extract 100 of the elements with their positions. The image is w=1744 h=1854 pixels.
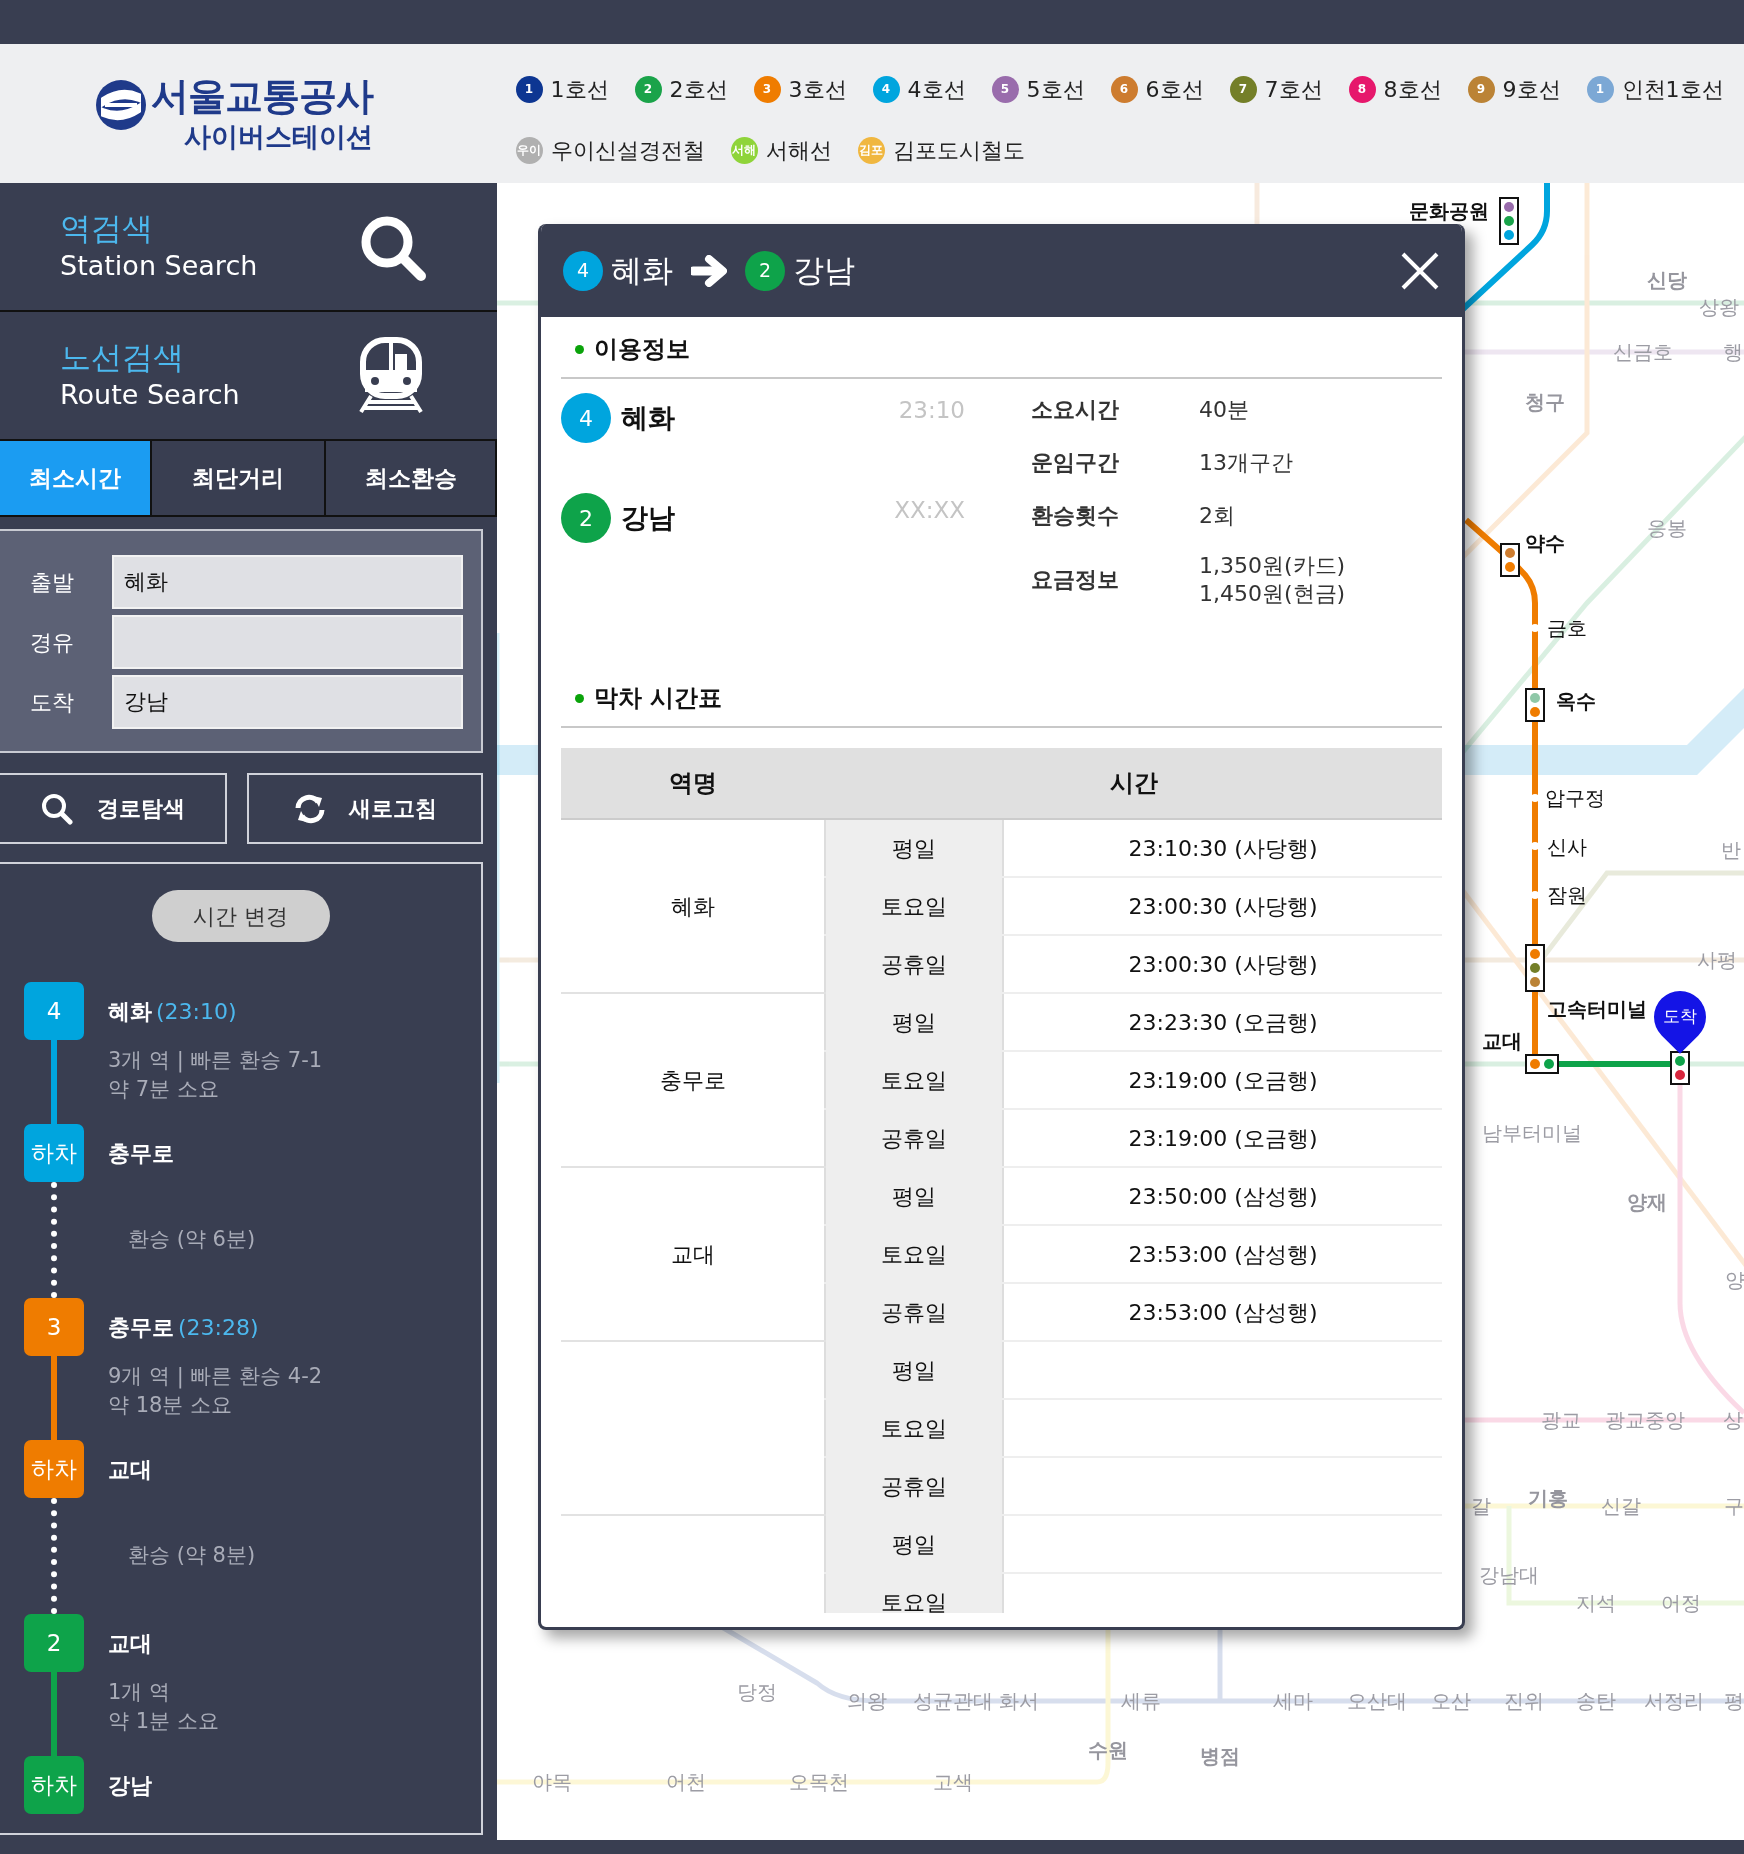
section-title: 막차 시간표	[594, 683, 723, 714]
line-badge: 4	[561, 393, 611, 443]
time-change-button[interactable]: 시간 변경	[151, 890, 330, 942]
station-label: 신금호	[1613, 339, 1673, 366]
station-label: 서정리	[1644, 1688, 1704, 1715]
close-icon	[1400, 250, 1440, 291]
menu-subtitle: Station Search	[60, 248, 258, 283]
line-link[interactable]: 서해 서해선	[730, 133, 832, 167]
line-link[interactable]: 4 4호선	[872, 72, 966, 106]
station-label: 구	[1724, 1493, 1744, 1520]
table-cell: 토요일	[825, 1051, 1003, 1109]
station-label: 기흥	[1528, 1485, 1568, 1512]
table-cell: 평일	[825, 1167, 1003, 1225]
station-label: 오목천	[789, 1769, 849, 1796]
line-link[interactable]: 7 7호선	[1229, 72, 1323, 106]
step-badge: 하차	[24, 1440, 84, 1498]
line-label: 8호선	[1383, 75, 1442, 104]
step-badge: 3	[24, 1298, 84, 1356]
line-link[interactable]: 9 9호선	[1467, 72, 1561, 106]
station-name: 혜화	[108, 997, 152, 1026]
station-label: 사평	[1697, 947, 1737, 974]
station-label: 수원	[1088, 1737, 1128, 1764]
line-link[interactable]: 6 6호선	[1110, 72, 1204, 106]
tab[interactable]: 최소환승	[326, 441, 497, 517]
menu-subtitle: Route Search	[60, 377, 240, 412]
info-value: 1,450원(현금)	[1199, 579, 1346, 607]
station-label: 약수	[1525, 530, 1565, 557]
line-link[interactable]: 8 8호선	[1348, 72, 1442, 106]
input-field[interactable]: 강남	[112, 675, 463, 729]
line-label: 1호선	[550, 75, 609, 104]
line-badge: 2	[634, 75, 662, 103]
line-badge: 2	[561, 493, 611, 543]
table-cell: 토요일	[825, 1573, 1003, 1613]
column-header: 역명	[561, 748, 825, 819]
table-cell: 23:10:30 (사당행)	[1003, 819, 1442, 877]
station-label: 청구	[1525, 389, 1565, 416]
station-label: 양	[1725, 1267, 1744, 1294]
table-cell: 공휴일	[825, 1457, 1003, 1515]
table-cell: 23:00:30 (사당행)	[1003, 877, 1442, 935]
arrival-time: 23:10	[898, 396, 965, 425]
step-badge: 하차	[24, 1124, 84, 1182]
station-label: 강남대	[1479, 1562, 1539, 1589]
ride-info: 3개 역 | 빠른 환승 7-1	[108, 1047, 323, 1075]
input-field[interactable]: 혜화	[112, 555, 463, 609]
station-label: 갈	[1471, 1493, 1491, 1520]
column-header: 시간	[825, 748, 1442, 819]
close-button[interactable]	[1400, 250, 1440, 291]
line-link[interactable]: 5 5호선	[991, 72, 1085, 106]
line-link[interactable]: 2 2호선	[634, 72, 728, 106]
refresh-button[interactable]: 새로고침	[247, 773, 483, 844]
field-label: 도착	[30, 688, 75, 717]
table-cell: 공휴일	[825, 935, 1003, 993]
input-field[interactable]	[112, 615, 463, 669]
ride-info: 약 7분 소요	[108, 1076, 220, 1104]
logo-icon	[95, 79, 147, 131]
station-label: 교대	[1482, 1028, 1522, 1055]
refresh-icon	[293, 792, 325, 825]
table-cell: 평일	[825, 993, 1003, 1051]
line-badge: 4	[563, 250, 603, 291]
table-cell: 23:23:30 (오금행)	[1003, 993, 1442, 1051]
tab[interactable]: 최단거리	[152, 441, 326, 517]
table-cell: 공휴일	[825, 1109, 1003, 1167]
logo-subtitle: 사이버스테이션	[184, 123, 373, 150]
field-label: 출발	[30, 568, 75, 597]
table-cell: 23:00:30 (사당행)	[1003, 935, 1442, 993]
section-title: 이용정보	[594, 334, 690, 365]
station-label: 오산대	[1347, 1688, 1407, 1715]
table-cell: 평일	[825, 819, 1003, 877]
station-label: 신갈	[1601, 1493, 1641, 1520]
station-label: 잠원	[1547, 882, 1587, 909]
menu-item[interactable]: 역검색 Station Search	[0, 183, 497, 312]
line-badge: 5	[991, 75, 1019, 103]
line-link[interactable]: 1 인천1호선	[1586, 72, 1724, 106]
ride-info: 약 18분 소요	[108, 1392, 234, 1420]
search-route-button[interactable]: 경로탐색	[0, 773, 227, 844]
info-value: 40분	[1199, 395, 1249, 424]
station-label: 오산	[1431, 1688, 1471, 1715]
line-link[interactable]: 김포 김포도시철도	[857, 133, 1025, 167]
line-badge: 7	[1229, 75, 1257, 103]
line-link[interactable]: 1 1호선	[515, 72, 609, 106]
station-label: 반	[1721, 837, 1741, 864]
station-label: 행	[1723, 339, 1743, 366]
line-label: 9호선	[1502, 75, 1561, 104]
station-label: 세류	[1121, 1688, 1161, 1715]
station-label: 세마	[1273, 1688, 1313, 1715]
step-badge: 2	[24, 1614, 84, 1672]
table-cell: 평일	[825, 1341, 1003, 1399]
line-link[interactable]: 3 3호선	[753, 72, 847, 106]
table-cell: 23:53:00 (삼성행)	[1003, 1283, 1442, 1341]
menu-title: 역검색	[60, 210, 154, 248]
table-cell: 토요일	[825, 1399, 1003, 1457]
line-label: 7호선	[1264, 75, 1323, 104]
station-label: 신사	[1547, 834, 1587, 861]
station-label: 어정	[1661, 1590, 1701, 1617]
pin-label: 도착	[1663, 1005, 1697, 1029]
info-label: 소요시간	[1031, 396, 1120, 424]
line-link[interactable]: 우이 우이신설경전철	[515, 133, 705, 167]
line-badge: 3	[753, 75, 781, 103]
info-label: 환승횟수	[1031, 502, 1120, 530]
station-label: 성균관대	[913, 1688, 993, 1715]
